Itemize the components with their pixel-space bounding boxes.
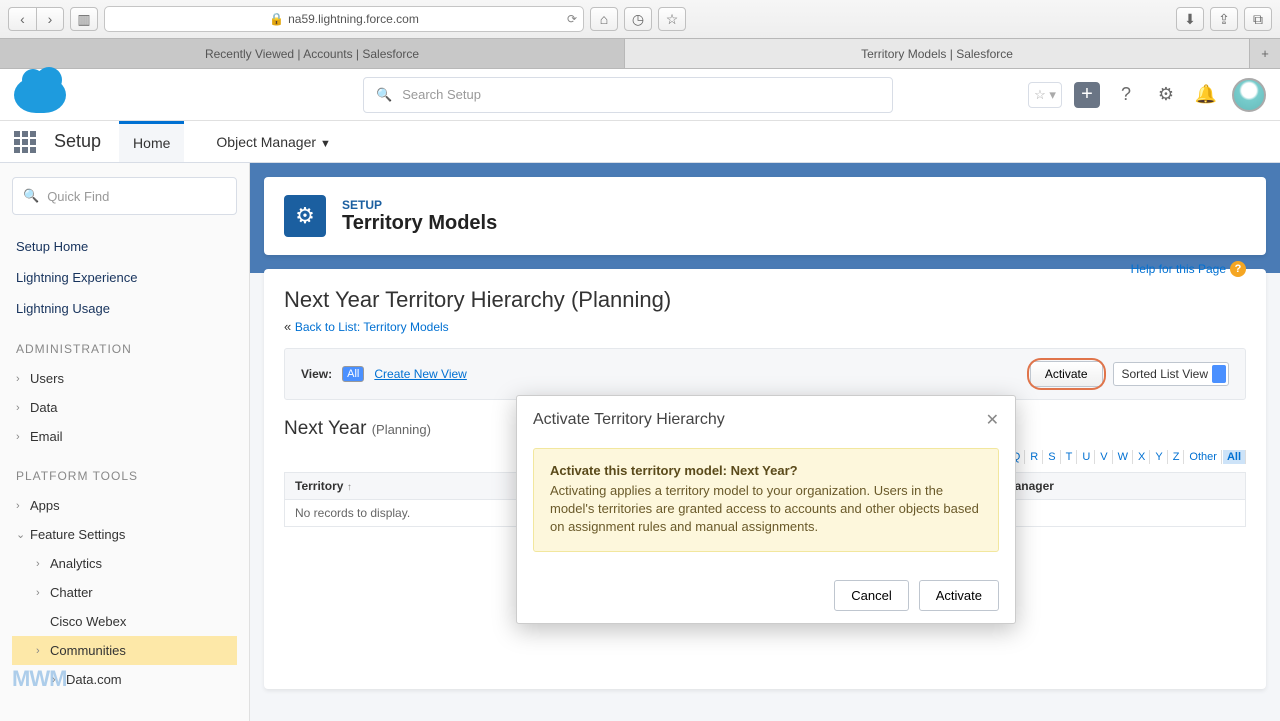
reload-icon[interactable]: ⟳ — [567, 12, 577, 26]
alpha-index-item[interactable]: All — [1223, 450, 1246, 464]
favorites-button[interactable]: ☆ ▾ — [1028, 82, 1062, 108]
sidebar-item-data[interactable]: ›Data — [12, 393, 237, 422]
alpha-index-item[interactable]: S — [1044, 450, 1060, 464]
alpha-index-item[interactable]: Y — [1151, 450, 1167, 464]
modal-cancel-button[interactable]: Cancel — [834, 580, 908, 611]
app-launcher-icon[interactable] — [14, 131, 36, 153]
alpha-index-item[interactable]: T — [1062, 450, 1078, 464]
view-select[interactable]: All — [342, 366, 364, 382]
chevron-right-icon: › — [16, 402, 30, 414]
setup-gear-icon: ⚙ — [284, 195, 326, 237]
global-header: 🔍 Search Setup ☆ ▾ + ? ⚙ 🔔 — [0, 69, 1280, 121]
browser-downloads-button[interactable]: ⬇ — [1176, 7, 1204, 31]
browser-tab[interactable]: Recently Viewed | Accounts | Salesforce — [0, 39, 625, 68]
chevron-right-icon: › — [36, 587, 50, 599]
browser-forward-button[interactable]: › — [36, 7, 64, 31]
context-title: Setup — [54, 131, 101, 152]
sidebar-section-administration: ADMINISTRATION — [16, 342, 233, 356]
global-actions-button[interactable]: + — [1074, 82, 1100, 108]
chevron-down-icon: ⌄ — [16, 528, 30, 541]
modal-close-button[interactable]: ✕ — [986, 410, 999, 430]
page-eyebrow: SETUP — [342, 198, 497, 212]
browser-url-bar[interactable]: 🔒 na59.lightning.force.com ⟳ — [104, 6, 584, 32]
alpha-index-item[interactable]: X — [1134, 450, 1150, 464]
modal-warning-box: Activate this territory model: Next Year… — [533, 448, 999, 552]
alpha-index-item[interactable]: V — [1096, 450, 1112, 464]
help-link[interactable]: Help for this Page? — [1131, 261, 1246, 277]
modal-warning-title: Activate this territory model: Next Year… — [550, 463, 982, 478]
browser-nav-back-forward: ‹ › — [8, 7, 64, 31]
modal-title: Activate Territory Hierarchy — [533, 411, 725, 429]
sidebar-item-analytics[interactable]: ›Analytics — [12, 549, 237, 578]
browser-sidebar-button[interactable]: ▥ — [70, 7, 98, 31]
chevron-down-icon: ▼ — [320, 138, 331, 150]
nav-tab-home[interactable]: Home — [119, 121, 184, 162]
search-placeholder: Search Setup — [402, 87, 481, 102]
context-nav-bar: Setup Home Object Manager▼ — [0, 121, 1280, 163]
page-header: ⚙ SETUP Territory Models — [264, 177, 1266, 255]
nav-tab-object-manager[interactable]: Object Manager▼ — [202, 123, 345, 161]
create-new-view-link[interactable]: Create New View — [374, 367, 466, 381]
sidebar-link-lightning-usage[interactable]: Lightning Usage — [12, 293, 237, 324]
browser-chrome: ‹ › ▥ 🔒 na59.lightning.force.com ⟳ ⌂ ◷ ☆… — [0, 0, 1280, 69]
browser-history-button[interactable]: ◷ — [624, 7, 652, 31]
chevron-right-icon: › — [16, 373, 30, 385]
sidebar-link-setup-home[interactable]: Setup Home — [12, 231, 237, 262]
sidebar-item-communities[interactable]: ›Communities — [12, 636, 237, 665]
back-link-row: « Back to List: Territory Models — [284, 319, 1246, 334]
setup-gear-icon[interactable]: ⚙ — [1152, 81, 1180, 109]
sidebar-item-cisco-webex[interactable]: Cisco Webex — [12, 607, 237, 636]
sidebar-link-lightning-experience[interactable]: Lightning Experience — [12, 262, 237, 293]
lock-icon: 🔒 — [269, 12, 284, 26]
sidebar-item-apps[interactable]: ›Apps — [12, 491, 237, 520]
chevron-right-icon: › — [16, 500, 30, 512]
watermark: MWM — [12, 666, 66, 692]
activate-button[interactable]: Activate — [1030, 361, 1103, 387]
sort-asc-icon: ↑ — [347, 482, 352, 493]
avatar[interactable] — [1232, 78, 1266, 112]
setup-sidebar: 🔍 Quick Find Setup Home Lightning Experi… — [0, 163, 250, 721]
salesforce-logo-icon[interactable] — [14, 77, 66, 113]
help-icon[interactable]: ? — [1112, 81, 1140, 109]
sidebar-item-users[interactable]: ›Users — [12, 364, 237, 393]
view-label: View: — [301, 367, 332, 381]
modal-warning-body: Activating applies a territory model to … — [550, 482, 982, 537]
alpha-index-item[interactable]: R — [1026, 450, 1043, 464]
notifications-bell-icon[interactable]: 🔔 — [1192, 81, 1220, 109]
sidebar-item-email[interactable]: ›Email — [12, 422, 237, 451]
quick-find-input[interactable]: 🔍 Quick Find — [12, 177, 237, 215]
browser-share-button[interactable]: ⇪ — [1210, 7, 1238, 31]
browser-tab-strip: Recently Viewed | Accounts | Salesforce … — [0, 38, 1280, 68]
chevron-right-icon: › — [36, 645, 50, 657]
browser-new-tab-button[interactable]: + — [1250, 39, 1280, 68]
table-col-manager[interactable]: Manager — [995, 473, 1246, 500]
browser-back-button[interactable]: ‹ — [8, 7, 36, 31]
chevron-right-icon: › — [16, 431, 30, 443]
alpha-index-item[interactable]: W — [1114, 450, 1133, 464]
activate-territory-modal: Activate Territory Hierarchy ✕ Activate … — [516, 395, 1016, 624]
search-icon: 🔍 — [376, 87, 392, 103]
url-text: na59.lightning.force.com — [288, 12, 419, 26]
modal-activate-button[interactable]: Activate — [919, 580, 999, 611]
browser-tabs-button[interactable]: ⧉ — [1244, 7, 1272, 31]
browser-bookmark-button[interactable]: ☆ — [658, 7, 686, 31]
record-title: Next Year Territory Hierarchy (Planning) — [284, 287, 1246, 313]
sorted-list-view-select[interactable]: Sorted List View — [1113, 362, 1230, 386]
page-title: Territory Models — [342, 212, 497, 235]
search-icon: 🔍 — [23, 188, 39, 204]
browser-tab[interactable]: Territory Models | Salesforce — [625, 39, 1250, 68]
alpha-index-item[interactable]: U — [1078, 450, 1095, 464]
view-toolbar: View: All Create New View Run Assignment… — [284, 348, 1246, 400]
sidebar-item-chatter[interactable]: ›Chatter — [12, 578, 237, 607]
global-search-input[interactable]: 🔍 Search Setup — [363, 77, 893, 113]
alpha-index-item[interactable]: Other — [1185, 450, 1222, 464]
help-icon: ? — [1230, 261, 1246, 277]
sidebar-section-platform-tools: PLATFORM TOOLS — [16, 469, 233, 483]
alpha-index-item[interactable]: Z — [1169, 450, 1185, 464]
back-to-list-link[interactable]: Back to List: Territory Models — [295, 320, 449, 334]
browser-home-button[interactable]: ⌂ — [590, 7, 618, 31]
sidebar-item-feature-settings[interactable]: ⌄Feature Settings — [12, 520, 237, 549]
chevron-right-icon: › — [36, 558, 50, 570]
